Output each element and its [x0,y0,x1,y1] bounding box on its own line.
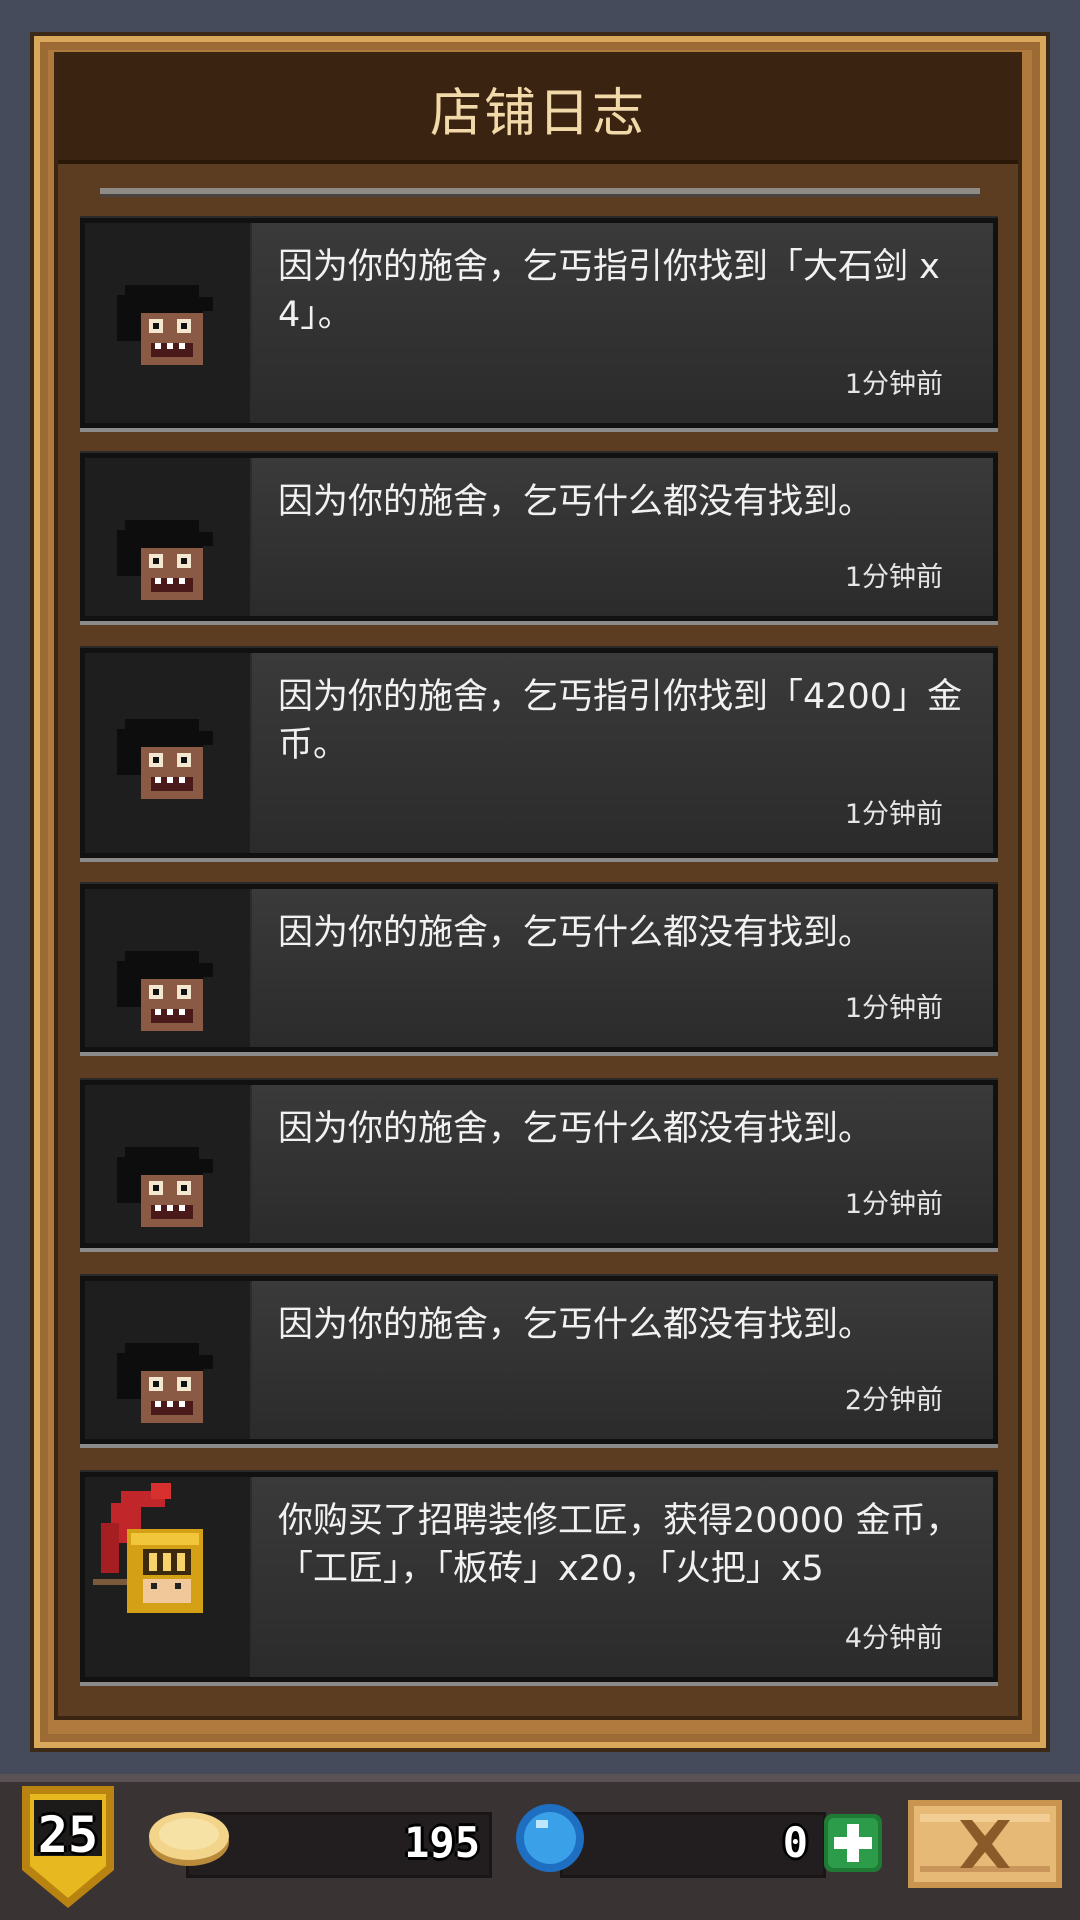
log-message: 因为你的施舍，乞丐什么都没有找到。 [278,482,874,522]
portrait-frame [85,1085,250,1243]
log-entry: 因为你的施舍，乞丐什么都没有找到。 2分钟前 [80,1276,998,1444]
log-entry: 因为你的施舍，乞丐什么都没有找到。 1分钟前 [80,1080,998,1248]
craftsman-knight-portrait-icon [93,1483,203,1613]
log-entry-body: 因为你的施舍，乞丐什么都没有找到。 1分钟前 [250,458,993,616]
log-message: 你购买了招聘装修工匠，获得20000 金币，「工匠」，「板砖」x20，「火把」x… [278,1501,961,1589]
log-entry-body: 因为你的施舍，乞丐什么都没有找到。 2分钟前 [250,1281,993,1439]
page-title: 店铺日志 [429,83,646,144]
portrait-frame [85,889,250,1047]
log-message: 因为你的施舍，乞丐指引你找到「4200」金币。 [278,677,963,765]
shop-log-screen: 店铺日志 因为你的施舍，乞丐指引你找到「大石剑 x 4」。 1分钟前 因为你的施… [0,0,1080,1920]
beggar-portrait-icon [117,719,213,799]
log-timestamp: 1分钟前 [844,993,943,1024]
gold-amount: 195 [404,1818,480,1867]
log-entry-body: 因为你的施舍，乞丐指引你找到「大石剑 x 4」。 1分钟前 [250,223,993,423]
log-timestamp: 1分钟前 [844,1189,943,1220]
portrait-frame [85,1477,250,1677]
gem-amount: 0 [782,1818,808,1867]
beggar-portrait-icon [117,285,213,365]
log-entry-body: 因为你的施舍，乞丐什么都没有找到。 1分钟前 [250,1085,993,1243]
log-message: 因为你的施舍，乞丐什么都没有找到。 [278,1109,874,1149]
gold-coin-icon [149,1812,229,1866]
log-entry-body: 因为你的施舍，乞丐什么都没有找到。 1分钟前 [250,889,993,1047]
log-entry: 你购买了招聘装修工匠，获得20000 金币，「工匠」，「板砖」x20，「火把」x… [80,1472,998,1682]
log-message: 因为你的施舍，乞丐什么都没有找到。 [278,1305,874,1345]
header-divider [100,188,980,197]
log-entry: 因为你的施舍，乞丐指引你找到「大石剑 x 4」。 1分钟前 [80,218,998,428]
portrait-frame [85,458,250,616]
log-timestamp: 1分钟前 [844,562,943,593]
log-message: 因为你的施舍，乞丐指引你找到「大石剑 x 4」。 [278,247,940,335]
log-timestamp: 1分钟前 [844,799,943,830]
log-entry-body: 因为你的施舍，乞丐指引你找到「4200」金币。 1分钟前 [250,653,993,853]
portrait-frame [85,1281,250,1439]
log-timestamp: 2分钟前 [844,1385,943,1416]
plus-icon[interactable] [822,1812,884,1874]
beggar-portrait-icon [117,951,213,1031]
log-entry: 因为你的施舍，乞丐指引你找到「4200」金币。 1分钟前 [80,648,998,858]
beggar-portrait-icon [117,1343,213,1423]
log-message: 因为你的施舍，乞丐什么都没有找到。 [278,913,874,953]
log-timestamp: 1分钟前 [844,369,943,400]
player-level: 25 [37,1806,99,1864]
log-entry-body: 你购买了招聘装修工匠，获得20000 金币，「工匠」，「板砖」x20，「火把」x… [250,1477,993,1677]
portrait-frame [85,653,250,853]
log-panel-header: 店铺日志 [58,56,1018,164]
log-entry: 因为你的施舍，乞丐什么都没有找到。 1分钟前 [80,453,998,621]
beggar-portrait-icon [117,1147,213,1227]
log-entry: 因为你的施舍，乞丐什么都没有找到。 1分钟前 [80,884,998,1052]
close-x-icon[interactable] [908,1800,1062,1888]
blue-gem-icon [516,1804,584,1872]
log-timestamp: 4分钟前 [844,1623,943,1654]
portrait-frame [85,223,250,423]
beggar-portrait-icon [117,520,213,600]
